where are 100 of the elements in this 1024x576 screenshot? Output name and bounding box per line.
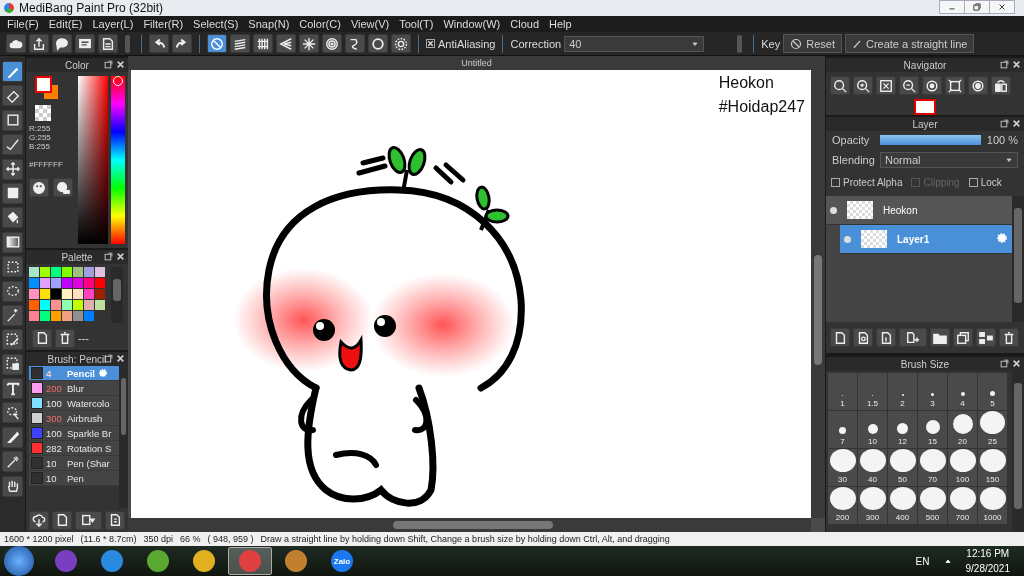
brush-size-option[interactable]: 20 <box>948 411 977 448</box>
status-hint: Draw a straight line by holding down Shift, Change a brush size by holding down Ctrl, Alt, and dragging <box>260 534 670 544</box>
cursor-position: ( 948, 959 ) <box>207 534 254 544</box>
channel-value: R:255 <box>29 124 52 133</box>
brush-size-option[interactable]: 70 <box>918 449 947 486</box>
reset-button[interactable]: Reset <box>783 34 842 53</box>
menu-item[interactable]: View(V) <box>345 18 395 30</box>
brush-size: 4 <box>46 367 53 379</box>
canvas-tab[interactable]: Untitled <box>461 58 492 68</box>
swatch-name: --- <box>78 332 89 344</box>
brush-size-option[interactable]: 1 <box>828 373 857 410</box>
brush-row[interactable]: 100 Sparkle Br <box>29 426 119 441</box>
brush-name: Watercolo <box>67 397 110 409</box>
brush-size-option[interactable]: 100 <box>948 449 977 486</box>
brush-size-option[interactable]: 15 <box>918 411 947 448</box>
brush-size-option[interactable]: 12 <box>888 411 917 448</box>
menu-item[interactable]: Select(S) <box>188 18 244 30</box>
brush-size-option[interactable]: 3 <box>918 373 947 410</box>
menu-item[interactable]: Cloud <box>505 18 544 30</box>
layer-row[interactable]: Heokon <box>826 196 1012 225</box>
correction-dropdown[interactable]: 40 <box>564 35 705 52</box>
channel-value: B:255 <box>29 142 51 151</box>
panel-title: Navigator <box>903 59 947 71</box>
menu-item[interactable]: Tool(T) <box>394 18 439 30</box>
chat-app-icon: Zalo <box>331 550 353 572</box>
brush-size-option[interactable]: 700 <box>948 487 977 524</box>
brush-size: 100 <box>46 397 63 409</box>
correction-label: Correction <box>510 37 562 50</box>
brush-name: Pen <box>67 472 84 484</box>
panel-title: Layer <box>912 118 938 130</box>
brush-size: 100 <box>46 427 63 439</box>
menu-item[interactable]: File(F) <box>2 18 44 30</box>
panel-title: Palette <box>61 251 93 263</box>
blending-label: Blending <box>832 154 874 166</box>
brush-size-option[interactable]: 10 <box>858 411 887 448</box>
clock-time: 12:16 PM <box>966 548 1010 559</box>
brush-size: 300 <box>46 412 63 424</box>
brush-name: Pen (Shar <box>67 457 110 469</box>
menu-item[interactable]: Window(W) <box>438 18 506 30</box>
blending-dropdown[interactable]: Normal <box>880 152 1018 168</box>
opacity-value: 100 % <box>986 134 1018 146</box>
dpi: 350 dpi <box>143 534 173 544</box>
antialiasing-label: AntiAliasing <box>438 37 496 50</box>
panel-title: Color <box>65 59 89 71</box>
canvas[interactable]: Heokon #Hoidap247 <box>131 70 811 518</box>
canvas-text: #Hoidap247 <box>718 98 805 116</box>
brush-name: Blur <box>67 382 84 394</box>
channel-value: G:255 <box>29 133 52 142</box>
brush-size: 282 <box>46 442 63 454</box>
brush-name: Rotation S <box>67 442 112 454</box>
clock[interactable]: 12:16 PM 9/28/2021 <box>965 548 1010 574</box>
brush-name: Pencil <box>67 367 95 379</box>
brush-row[interactable]: 282 Rotation S <box>29 441 119 456</box>
menu-item[interactable]: Layer(L) <box>87 18 139 30</box>
menu-item[interactable]: Snap(N) <box>243 18 295 30</box>
straight-line-button[interactable]: Create a straight line <box>844 34 975 53</box>
brush-row[interactable]: 200 Blur <box>29 381 119 396</box>
layer-name: Heokon <box>883 204 919 216</box>
brush-size-option[interactable]: 4 <box>948 373 977 410</box>
brush-size-option[interactable]: 25 <box>978 411 1007 448</box>
brush-row[interactable]: 300 Airbrush <box>29 411 119 426</box>
panel-title: Brush Size <box>900 358 950 370</box>
brush-size-option[interactable]: 50 <box>888 449 917 486</box>
brush-size: 200 <box>46 382 63 394</box>
brush-row[interactable]: 10 Pen <box>29 471 119 486</box>
menu-item[interactable]: Color(C) <box>294 18 346 30</box>
canvas-size-cm: (11.6 * 8.7cm) <box>80 534 137 544</box>
taskbar-app[interactable]: Zalo <box>320 547 364 575</box>
brush-size-option[interactable]: 1000 <box>978 487 1007 524</box>
brush-row[interactable]: 10 Pen (Shar <box>29 456 119 471</box>
clock-date: 9/28/2021 <box>965 563 1010 574</box>
opacity-label: Opacity <box>832 134 871 146</box>
brush-row[interactable]: 100 Watercolo <box>29 396 119 411</box>
brush-size-option[interactable]: 40 <box>858 449 887 486</box>
window-title: MediBang Paint Pro (32bit) <box>19 1 164 15</box>
canvas-size: 1600 * 1200 pixel <box>4 534 74 544</box>
canvas-text: Heokon <box>718 74 775 92</box>
brush-size-option[interactable]: 500 <box>918 487 947 524</box>
brush-size-option[interactable]: 300 <box>858 487 887 524</box>
menu-item[interactable]: Help <box>544 18 577 30</box>
brush-size-option[interactable]: 7 <box>828 411 857 448</box>
brush-size-option[interactable]: 200 <box>828 487 857 524</box>
brush-name: Airbrush <box>67 412 103 424</box>
brush-size-option[interactable]: 30 <box>828 449 857 486</box>
brush-size-option[interactable]: 2 <box>888 373 917 410</box>
menu-item[interactable]: Edit(E) <box>43 18 88 30</box>
hex-value: #FFFFFF <box>29 160 64 169</box>
layer-name: Layer1 <box>897 233 931 245</box>
brush-size: 10 <box>46 472 58 484</box>
checkbox-label: Protect Alpha <box>843 177 903 188</box>
brush-size-option[interactable]: 1.5 <box>858 373 887 410</box>
key-label: Key <box>761 37 781 50</box>
brush-name: Sparkle Br <box>67 427 112 439</box>
brush-size-option[interactable]: 5 <box>978 373 1007 410</box>
menu-item[interactable]: Filter(R) <box>138 18 189 30</box>
panel-title: Brush: Pencil <box>47 353 107 365</box>
zoom-level: 66 % <box>179 534 201 544</box>
brush-size-option[interactable]: 400 <box>888 487 917 524</box>
language-indicator[interactable]: EN <box>915 555 930 567</box>
brush-size-option[interactable]: 150 <box>978 449 1007 486</box>
